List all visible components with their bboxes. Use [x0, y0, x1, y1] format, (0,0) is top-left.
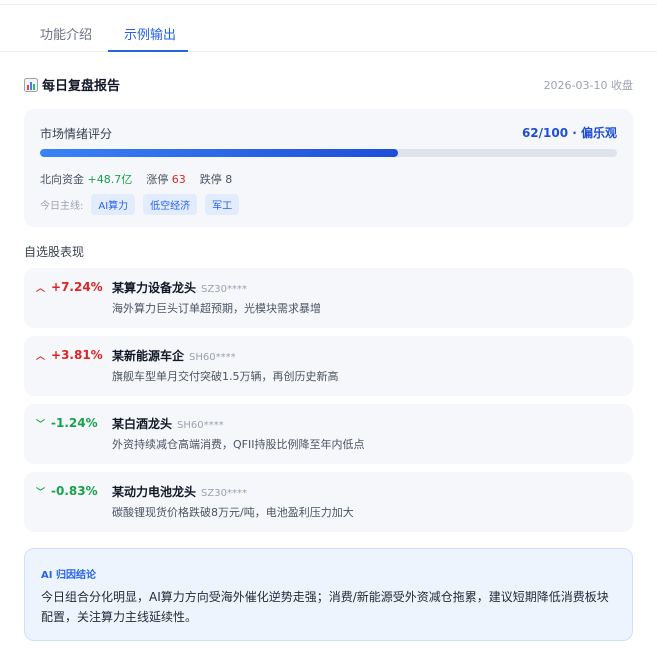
ai-conclusion-text: 今日组合分化明显，AI算力方向受海外催化逆势走强；消费/新能源受外资减仓拖累，建…: [41, 590, 609, 624]
sentiment-progress-fill: [40, 149, 398, 157]
caret-up-icon: ︿: [36, 351, 46, 362]
stock-name: 某算力设备龙头 SZ30****: [112, 281, 247, 295]
caret-down-icon: ﹀: [36, 487, 46, 498]
market-stats: 北向资金 +48.7亿 涨停 63 跌停 8: [40, 171, 232, 187]
stock-card[interactable]: ︿ +3.81% 某新能源车企 SH60**** 旗舰车型单月交付突破1.5万辆，再…: [24, 336, 633, 396]
limit-down-stat: 跌停 8: [199, 173, 233, 186]
northbound-value: +48.7亿: [87, 173, 133, 186]
stock-description: 海外算力巨头订单超预期，光模块需求暴增: [112, 302, 321, 315]
stock-code: SH60****: [189, 352, 236, 363]
theme-tag[interactable]: 军工: [205, 194, 240, 215]
stock-name: 某白酒龙头 SH60****: [112, 417, 224, 431]
report-title: 每日复盘报告: [24, 75, 120, 94]
northbound-stat: 北向资金 +48.7亿: [40, 173, 133, 186]
sentiment-label: 市场情绪评分: [40, 127, 113, 141]
stock-code: SH60****: [177, 420, 224, 431]
stock-description: 外资持续减仓高端消费，QFII持股比例降至年内低点: [112, 438, 365, 451]
caret-down-icon: ﹀: [36, 419, 46, 430]
stock-code: SZ30****: [201, 284, 247, 295]
report-header: 每日复盘报告 2026-03-10 收盘: [24, 75, 633, 95]
stock-change: ︿ +7.24%: [36, 280, 103, 294]
stock-card[interactable]: ︿ +7.24% 某算力设备龙头 SZ30**** 海外算力巨头订单超预期，光模块需…: [24, 268, 633, 328]
stock-name: 某新能源车企 SH60****: [112, 349, 236, 363]
theme-tag[interactable]: 低空经济: [143, 194, 198, 215]
sentiment-score: 62/100 · 偏乐观: [521, 126, 617, 140]
stock-name: 某动力电池龙头 SZ30****: [112, 485, 247, 499]
bar-chart-icon: [24, 77, 38, 92]
top-divider: [0, 4, 657, 5]
main-themes: 今日主线: AI算力 低空经济 军工: [40, 194, 240, 215]
theme-tag[interactable]: AI算力: [91, 194, 136, 215]
ai-conclusion-label: AI 归因结论: [41, 570, 96, 581]
stock-description: 旗舰车型单月交付突破1.5万辆，再创历史新高: [112, 370, 339, 383]
tab-sample-output[interactable]: 示例输出: [124, 24, 176, 43]
stock-change: ﹀ -1.24%: [36, 416, 98, 430]
stock-change: ﹀ -0.83%: [36, 484, 98, 498]
report-title-text: 每日复盘报告: [42, 79, 121, 94]
caret-up-icon: ︿: [36, 283, 46, 294]
report-date: 2026-03-10 收盘: [543, 79, 633, 92]
ai-conclusion-card: AI 归因结论 今日组合分化明显，AI算力方向受海外催化逆势走强；消费/新能源受…: [24, 548, 633, 641]
themes-label: 今日主线:: [40, 201, 84, 212]
limit-up-value: 63: [171, 173, 186, 186]
tab-bar: 功能介绍 示例输出: [0, 16, 657, 52]
watchlist-title: 自选股表现: [24, 245, 85, 259]
stock-change: ︿ +3.81%: [36, 348, 103, 362]
stock-code: SZ30****: [201, 488, 247, 499]
tab-features[interactable]: 功能介绍: [40, 24, 92, 43]
sentiment-progress-bar: [40, 149, 617, 157]
limit-down-value: 8: [225, 173, 233, 186]
stock-description: 碳酸锂现货价格跌破8万元/吨，电池盈利压力加大: [112, 506, 354, 519]
stock-card[interactable]: ﹀ -0.83% 某动力电池龙头 SZ30**** 碳酸锂现货价格跌破8万元/吨，电…: [24, 472, 633, 532]
sentiment-card: 市场情绪评分 62/100 · 偏乐观 北向资金 +48.7亿 涨停 63 跌停…: [24, 109, 633, 227]
stock-card[interactable]: ﹀ -1.24% 某白酒龙头 SH60**** 外资持续减仓高端消费，QFII持股比…: [24, 404, 633, 464]
active-tab-indicator: [108, 50, 188, 52]
limit-up-stat: 涨停 63: [146, 173, 186, 186]
